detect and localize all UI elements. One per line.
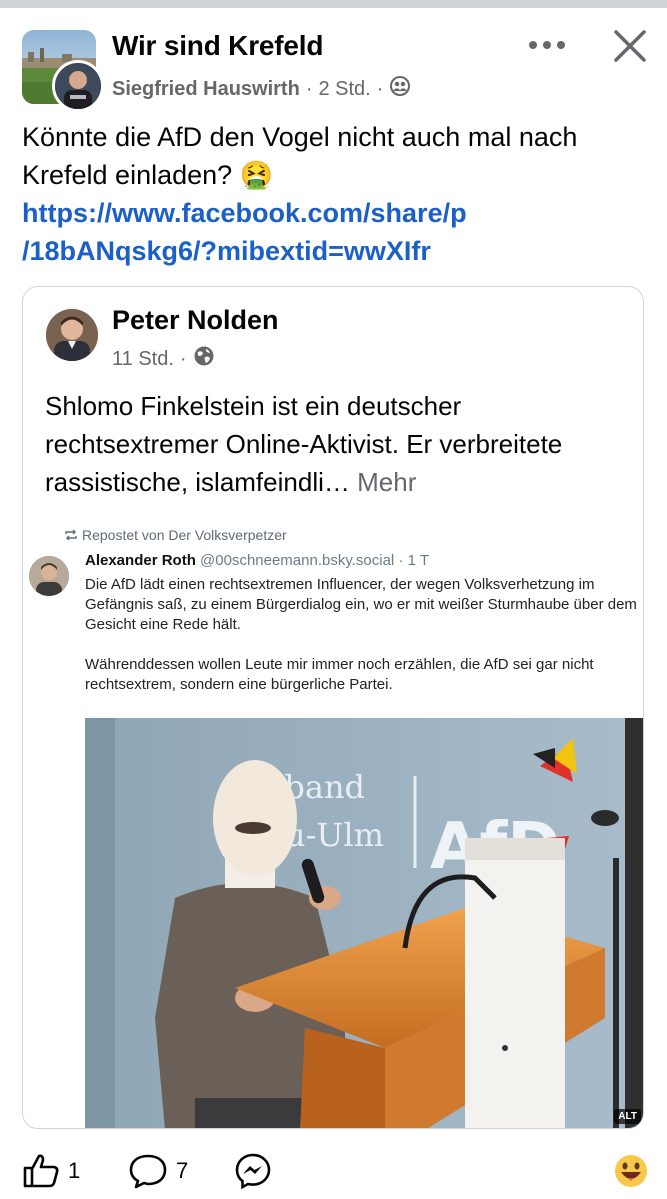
repost-label: Repostet von Der Volksverpetzer xyxy=(82,527,287,543)
close-icon xyxy=(614,30,646,62)
bsky-avatar xyxy=(29,556,69,596)
comment-icon xyxy=(129,1154,167,1189)
like-button[interactable]: 1 xyxy=(22,1152,80,1190)
comment-button[interactable]: 7 xyxy=(128,1152,188,1190)
more-button[interactable] xyxy=(526,28,568,62)
messenger-icon xyxy=(235,1153,271,1190)
post-message: Könnte die AfD den Vogel nicht auch mal … xyxy=(22,122,578,190)
comment-count: 7 xyxy=(176,1158,189,1183)
shared-post-text: Shlomo Finkelstein ist ein deutscher rec… xyxy=(45,387,635,501)
bsky-author: Alexander Roth @00schneemann.bsky.social… xyxy=(85,552,429,569)
embedded-screenshot[interactable]: Repostet von Der Volksverpetzer Alexande… xyxy=(23,525,643,1128)
action-bar: 1 7 xyxy=(0,1150,667,1196)
shared-text-body: Shlomo Finkelstein ist ein deutscher rec… xyxy=(45,391,563,497)
reaction-button[interactable] xyxy=(612,1152,650,1190)
banner-text-2: u-Ulm xyxy=(285,816,384,854)
group-name[interactable]: Wir sind Krefeld xyxy=(112,30,323,62)
group-icon xyxy=(389,75,411,103)
more-icon xyxy=(529,41,565,49)
event-photo: K rband u-Ulm AfD xyxy=(85,718,643,1128)
alt-badge[interactable]: ALT xyxy=(614,1109,641,1124)
repost-icon xyxy=(65,529,77,541)
shared-author-name[interactable]: Peter Nolden xyxy=(112,305,279,336)
shared-author-avatar[interactable] xyxy=(46,309,98,361)
top-divider xyxy=(0,0,667,8)
bsky-author-name: Alexander Roth xyxy=(85,552,196,569)
shared-post-card[interactable]: Peter Nolden 11 Std. · Shlomo Finkelstei… xyxy=(22,286,644,1129)
shared-post-meta: 11 Std. · xyxy=(112,345,215,373)
author-name[interactable]: Siegfried Hauswirth xyxy=(112,78,300,101)
emoji-icon xyxy=(615,1155,647,1187)
repost-line: Repostet von Der Volksverpetzer xyxy=(64,527,287,543)
bsky-handle: @00schneemann.bsky.social · 1 T xyxy=(200,552,429,569)
globe-icon xyxy=(193,345,215,373)
more-link[interactable]: Mehr xyxy=(357,467,416,497)
meta-separator: · xyxy=(179,347,187,370)
send-button[interactable] xyxy=(234,1152,272,1190)
meta-separator: · xyxy=(376,77,384,100)
close-button[interactable] xyxy=(608,24,652,68)
post-link-continued[interactable]: /18bANqskg6/?mibextid=wwXIfr xyxy=(22,232,647,270)
meta-separator: · xyxy=(305,77,313,100)
like-icon xyxy=(23,1154,59,1188)
like-count: 1 xyxy=(68,1158,81,1183)
post-link[interactable]: https://www.facebook.com/share/p xyxy=(22,194,647,232)
author-avatar[interactable] xyxy=(52,60,104,112)
shared-post-time[interactable]: 11 Std. xyxy=(112,348,174,371)
bsky-post-text: Die AfD lädt einen rechtsextremen Influe… xyxy=(85,576,637,693)
post-meta: Siegfried Hauswirth · 2 Std. · xyxy=(112,75,411,103)
post-time[interactable]: 2 Std. xyxy=(318,78,370,101)
post-body: Könnte die AfD den Vogel nicht auch mal … xyxy=(22,118,647,270)
